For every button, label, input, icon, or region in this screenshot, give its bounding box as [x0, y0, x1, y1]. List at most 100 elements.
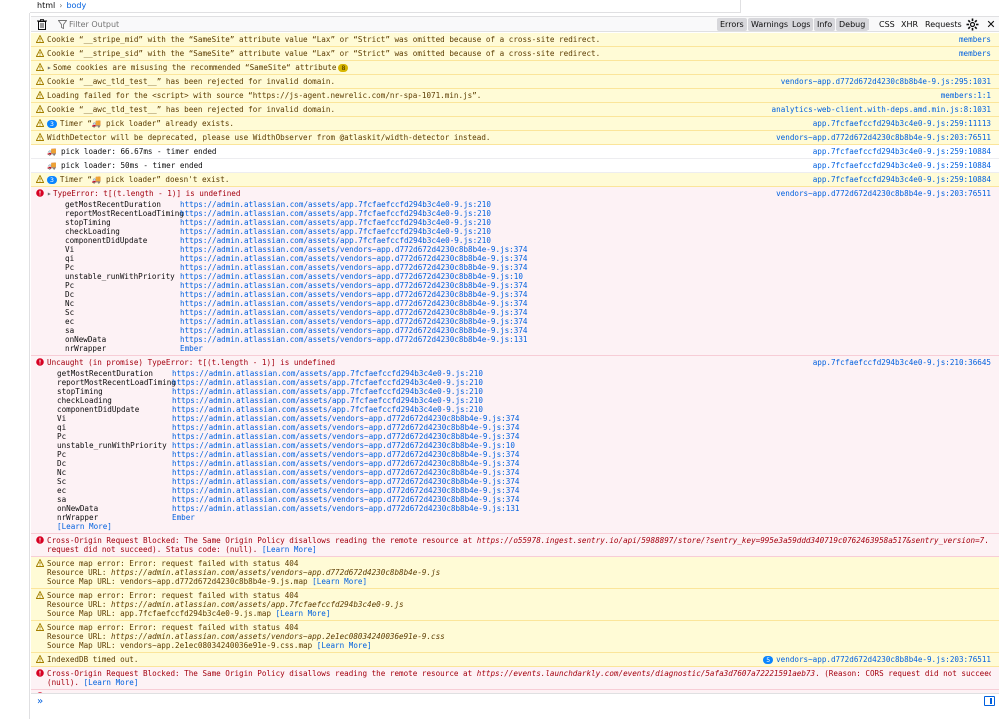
stack-frame[interactable]: ec https://admin.atlassian.com/assets/ven…: [65, 317, 991, 326]
filter-css-button[interactable]: CSS: [876, 18, 898, 31]
frame-location-link[interactable]: https://admin.atlassian.com/assets/app.7…: [180, 218, 491, 227]
stack-frame[interactable]: Nc https://admin.atlassian.com/assets/ven…: [57, 468, 991, 477]
filter-info-button[interactable]: Info: [814, 18, 836, 31]
frame-location-link[interactable]: https://admin.atlassian.com/assets/vendo…: [180, 263, 527, 272]
filter-xhr-button[interactable]: XHR: [898, 18, 921, 31]
frame-location-link[interactable]: https://admin.atlassian.com/assets/vendo…: [180, 272, 523, 281]
learn-more-link[interactable]: [Learn More]: [317, 641, 372, 650]
stack-frame[interactable]: checkLoading https://admin.atlassian.com/…: [65, 227, 991, 236]
breadcrumb-body[interactable]: body: [66, 1, 86, 10]
frame-location-link[interactable]: https://admin.atlassian.com/assets/vendo…: [172, 441, 515, 450]
breadcrumb-html[interactable]: html: [37, 1, 55, 10]
frame-location-link[interactable]: https://admin.atlassian.com/assets/app.7…: [172, 387, 483, 396]
gear-icon[interactable]: [966, 18, 979, 31]
frame-location-link[interactable]: Ember: [172, 513, 195, 522]
stack-frame[interactable]: Pc https://admin.atlassian.com/assets/ven…: [65, 281, 991, 290]
learn-more-link[interactable]: [Learn More]: [262, 545, 317, 554]
frame-location-link[interactable]: https://admin.atlassian.com/assets/vendo…: [180, 308, 527, 317]
frame-location-link[interactable]: https://admin.atlassian.com/assets/vendo…: [172, 504, 519, 513]
stack-frame[interactable]: componentDidUpdate https://admin.atlassia…: [65, 236, 991, 245]
frame-location-link[interactable]: https://admin.atlassian.com/assets/vendo…: [180, 317, 527, 326]
message-source-link[interactable]: app.7fcfaefccfd294b3c4e0-9.js:259:10884: [808, 147, 991, 156]
stack-frame[interactable]: nrWrapper Ember: [57, 513, 991, 522]
frame-location-link[interactable]: https://admin.atlassian.com/assets/vendo…: [172, 486, 519, 495]
filter-output-input[interactable]: [69, 18, 269, 31]
frame-location-link[interactable]: https://admin.atlassian.com/assets/vendo…: [180, 245, 527, 254]
frame-location-link[interactable]: https://admin.atlassian.com/assets/vendo…: [172, 468, 519, 477]
close-icon[interactable]: ✕: [985, 18, 997, 31]
filter-requests-button[interactable]: Requests: [922, 18, 965, 31]
frame-location-link[interactable]: https://admin.atlassian.com/assets/app.7…: [172, 396, 483, 405]
message-source-link[interactable]: app.7fcfaefccfd294b3c4e0-9.js:259:11113: [808, 119, 991, 128]
stack-frame[interactable]: stopTiming https://admin.atlassian.com/as…: [57, 387, 991, 396]
stack-frame[interactable]: ec https://admin.atlassian.com/assets/ven…: [57, 486, 991, 495]
stack-frame[interactable]: reportMostRecentLoadTiming https://admin.…: [57, 378, 991, 387]
message-source-link[interactable]: vendors~app.d772d672d4230c8b8b4e-9.js:29…: [776, 77, 991, 86]
stack-frame[interactable]: Pc https://admin.atlassian.com/assets/ven…: [57, 450, 991, 459]
frame-location-link[interactable]: https://admin.atlassian.com/assets/vendo…: [180, 299, 527, 308]
frame-location-link[interactable]: https://admin.atlassian.com/assets/vendo…: [172, 432, 519, 441]
frame-location-link[interactable]: https://admin.atlassian.com/assets/vendo…: [172, 495, 519, 504]
message-source-link[interactable]: analytics-web-client.with-deps.amd.min.j…: [767, 105, 991, 114]
stack-frame[interactable]: onNewData https://admin.atlassian.com/ass…: [65, 335, 991, 344]
stack-frame[interactable]: checkLoading https://admin.atlassian.com/…: [57, 396, 991, 405]
stack-frame[interactable]: Sc https://admin.atlassian.com/assets/ven…: [57, 477, 991, 486]
stack-frame[interactable]: Sc https://admin.atlassian.com/assets/ven…: [65, 308, 991, 317]
stack-frame[interactable]: Dc https://admin.atlassian.com/assets/ven…: [65, 290, 991, 299]
filter-errors-button[interactable]: Errors: [717, 18, 747, 31]
stack-frame[interactable]: getMostRecentDuration https://admin.atlas…: [57, 369, 991, 378]
stack-frame[interactable]: stopTiming https://admin.atlassian.com/as…: [65, 218, 991, 227]
filter-logs-button[interactable]: Logs: [789, 18, 814, 31]
message-source-link[interactable]: app.7fcfaefccfd294b3c4e0-9.js:259:10884: [808, 161, 991, 170]
message-source-link[interactable]: members: [954, 35, 991, 44]
message-source-link[interactable]: members: [954, 49, 991, 58]
stack-frame[interactable]: sa https://admin.atlassian.com/assets/ven…: [65, 326, 991, 335]
frame-location-link[interactable]: https://admin.atlassian.com/assets/vendo…: [180, 254, 527, 263]
frame-location-link[interactable]: https://admin.atlassian.com/assets/app.7…: [172, 369, 483, 378]
stack-frame[interactable]: onNewData https://admin.atlassian.com/ass…: [57, 504, 991, 513]
sidebar-toggle-icon[interactable]: [984, 696, 995, 706]
stack-frame[interactable]: Dc https://admin.atlassian.com/assets/ven…: [57, 459, 991, 468]
frame-location-link[interactable]: Ember: [180, 344, 203, 353]
frame-location-link[interactable]: https://admin.atlassian.com/assets/vendo…: [172, 414, 519, 423]
frame-location-link[interactable]: https://admin.atlassian.com/assets/vendo…: [180, 290, 527, 299]
stack-frame[interactable]: sa https://admin.atlassian.com/assets/ven…: [57, 495, 991, 504]
stack-frame[interactable]: qi https://admin.atlassian.com/assets/ven…: [65, 254, 991, 263]
stack-frame[interactable]: unstable_runWithPriority https://admin.at…: [65, 272, 991, 281]
stack-frame[interactable]: Vi https://admin.atlassian.com/assets/ven…: [65, 245, 991, 254]
stack-frame[interactable]: getMostRecentDuration https://admin.atlas…: [65, 200, 991, 209]
learn-more-link[interactable]: [Learn More]: [84, 678, 139, 687]
stack-frame[interactable]: nrWrapper Ember: [65, 344, 991, 353]
frame-location-link[interactable]: https://admin.atlassian.com/assets/vendo…: [180, 281, 527, 290]
stack-frame[interactable]: Pc https://admin.atlassian.com/assets/ven…: [57, 432, 991, 441]
frame-location-link[interactable]: https://admin.atlassian.com/assets/vendo…: [172, 459, 519, 468]
frame-location-link[interactable]: https://admin.atlassian.com/assets/app.7…: [172, 405, 483, 414]
stack-frame[interactable]: unstable_runWithPriority https://admin.at…: [57, 441, 991, 450]
frame-location-link[interactable]: https://admin.atlassian.com/assets/vendo…: [172, 477, 519, 486]
frame-location-link[interactable]: https://admin.atlassian.com/assets/vendo…: [172, 450, 519, 459]
learn-more-link[interactable]: [Learn More]: [276, 609, 331, 618]
filter-warnings-button[interactable]: Warnings: [748, 18, 792, 31]
message-source-link[interactable]: vendors~app.d772d672d4230c8b8b4e-9.js:20…: [772, 189, 991, 198]
stack-frame[interactable]: Pc https://admin.atlassian.com/assets/ven…: [65, 263, 991, 272]
frame-location-link[interactable]: https://admin.atlassian.com/assets/app.7…: [180, 200, 491, 209]
message-source-link[interactable]: app.7fcfaefccfd294b3c4e0-9.js:210:36645: [808, 358, 991, 367]
stack-frame[interactable]: Nc https://admin.atlassian.com/assets/ven…: [65, 299, 991, 308]
learn-more-link[interactable]: [Learn More]: [312, 577, 367, 586]
console-input[interactable]: »: [31, 693, 999, 709]
message-source-link[interactable]: members:1:1: [936, 91, 991, 100]
message-source-link[interactable]: app.7fcfaefccfd294b3c4e0-9.js:259:10884: [808, 175, 991, 184]
stack-frame[interactable]: Vi https://admin.atlassian.com/assets/ven…: [57, 414, 991, 423]
filter-debug-button[interactable]: Debug: [836, 18, 869, 31]
frame-location-link[interactable]: https://admin.atlassian.com/assets/app.7…: [180, 227, 491, 236]
frame-location-link[interactable]: https://admin.atlassian.com/assets/vendo…: [180, 335, 527, 344]
frame-location-link[interactable]: https://admin.atlassian.com/assets/app.7…: [172, 378, 483, 387]
frame-location-link[interactable]: https://admin.atlassian.com/assets/vendo…: [172, 423, 519, 432]
frame-location-link[interactable]: https://admin.atlassian.com/assets/app.7…: [180, 236, 491, 245]
learn-more-link[interactable]: [Learn More]: [57, 522, 991, 531]
stack-frame[interactable]: componentDidUpdate https://admin.atlassia…: [57, 405, 991, 414]
frame-location-link[interactable]: https://admin.atlassian.com/assets/app.7…: [180, 209, 491, 218]
message-source-link[interactable]: vendors~app.d772d672d4230c8b8b4e-9.js:20…: [772, 133, 991, 142]
stack-frame[interactable]: qi https://admin.atlassian.com/assets/ven…: [57, 423, 991, 432]
message-source-link[interactable]: 5 vendors~app.d772d672d4230c8b8b4e-9.js:2…: [759, 655, 991, 664]
